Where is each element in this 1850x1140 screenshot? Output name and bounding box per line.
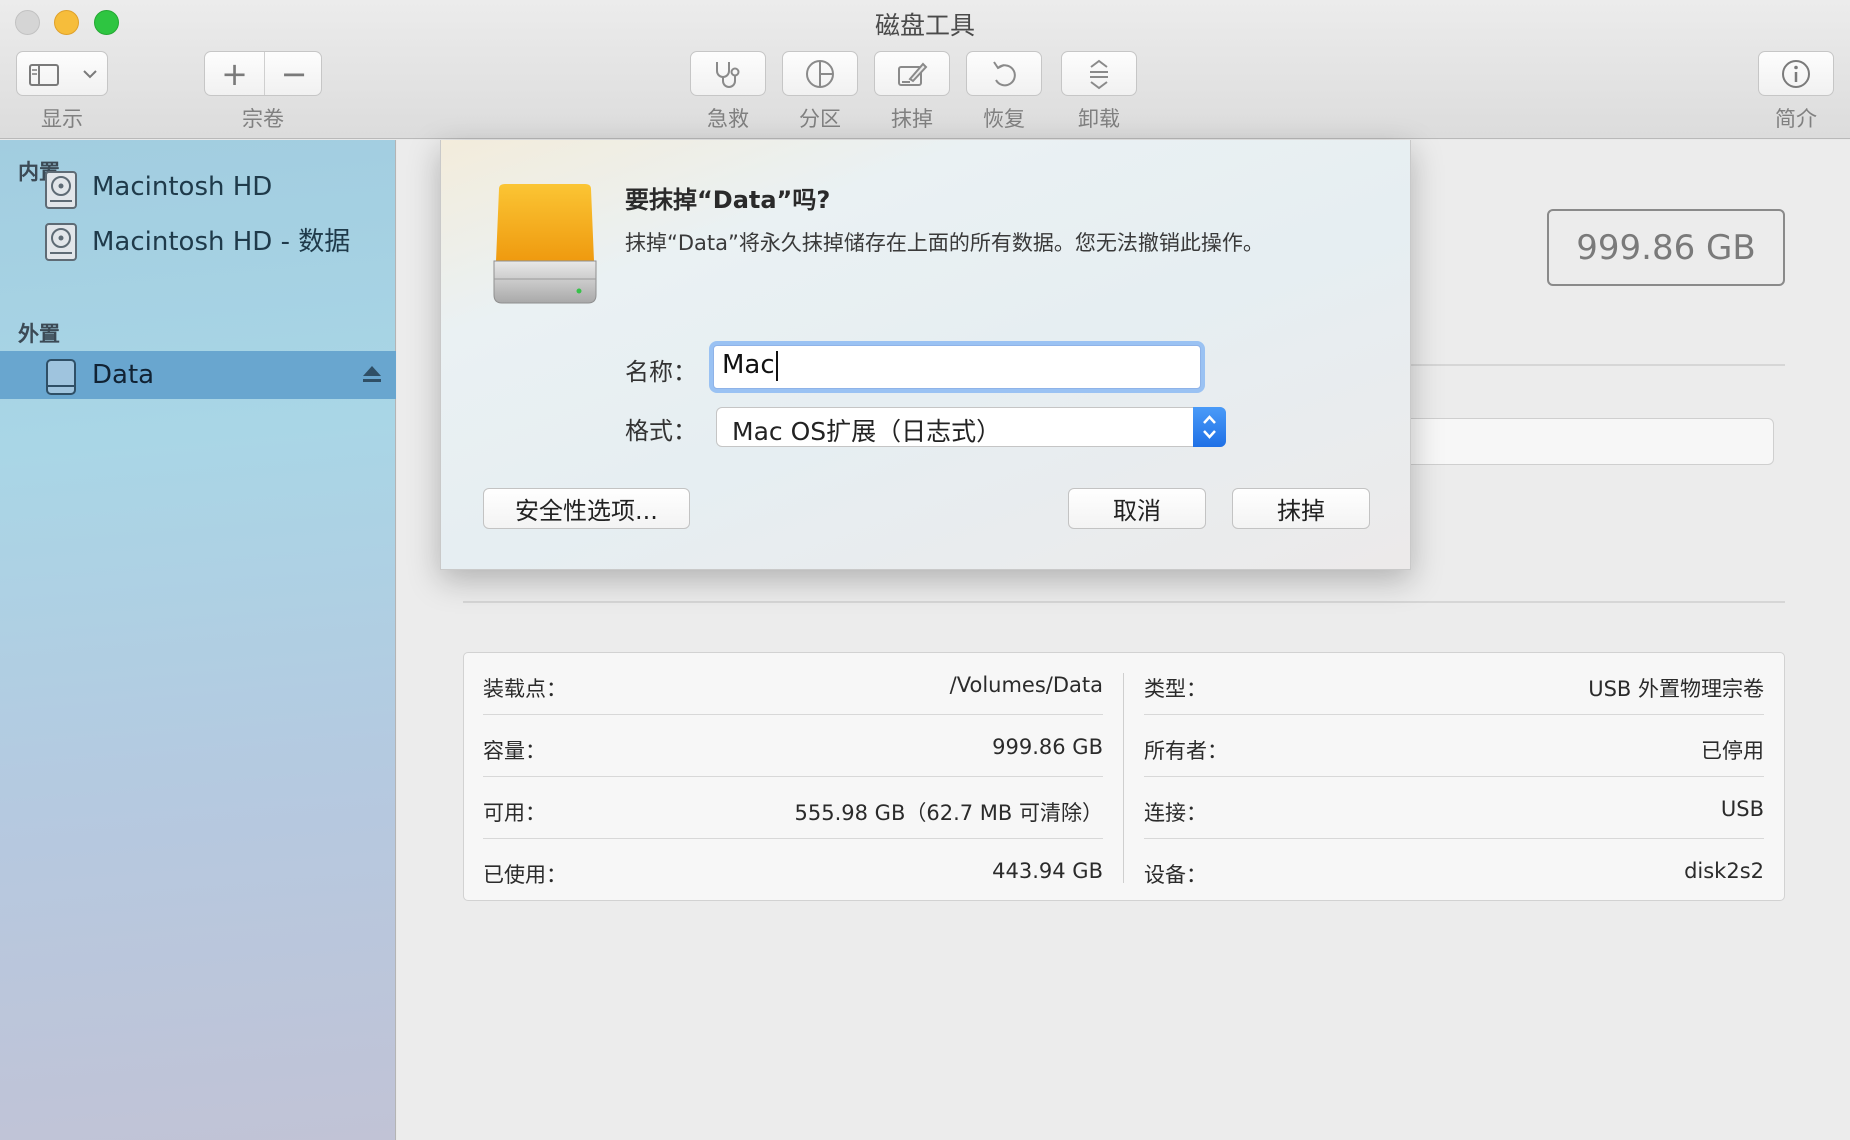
volume-label: 宗卷	[242, 107, 284, 131]
info-key: 已使用：	[483, 863, 567, 887]
select-stepper-icon	[1193, 407, 1226, 447]
sidebar-item-label: Macintosh HD	[92, 172, 273, 202]
info-row: 可用： 555.98 GB（62.7 MB 可清除）	[483, 777, 1103, 839]
partition-button[interactable]	[782, 51, 858, 96]
hard-disk-icon	[44, 171, 78, 213]
external-disk-icon	[44, 359, 78, 399]
info-value: 555.98 GB（62.7 MB 可清除）	[794, 801, 1103, 825]
plus-icon: +	[221, 54, 248, 93]
info-column-right: 类型： USB 外置物理宗卷 所有者： 已停用 连接： USB 设备： disk…	[1144, 653, 1764, 902]
info-row: 已使用： 443.94 GB	[483, 839, 1103, 901]
text-caret	[775, 350, 778, 381]
dialog-message: 抹掉“Data”将永久抹掉储存在上面的所有数据。您无法撤销此操作。	[625, 231, 1264, 255]
eject-icon[interactable]	[362, 365, 382, 387]
info-row: 所有者： 已停用	[1144, 715, 1764, 777]
info-key: 装载点：	[483, 677, 567, 701]
restore-button[interactable]	[966, 51, 1042, 96]
erase-confirm-button[interactable]: 抹掉	[1232, 488, 1370, 529]
info-value: /Volumes/Data	[949, 673, 1103, 697]
hard-disk-icon	[44, 223, 78, 265]
erase-toolbar-button[interactable]	[874, 51, 950, 96]
info-value: disk2s2	[1684, 859, 1764, 883]
add-volume-button[interactable]: +	[205, 52, 264, 95]
remove-volume-button[interactable]: −	[265, 52, 323, 95]
info-key: 所有者：	[1144, 739, 1228, 763]
column-divider	[1123, 673, 1124, 883]
restore-arrow-icon	[989, 58, 1019, 90]
dialog-title: 要抹掉“Data”吗?	[625, 186, 831, 214]
capacity-display: 999.86 GB	[1547, 209, 1785, 286]
info-label: 简介	[1775, 107, 1817, 131]
info-row: 装载点： /Volumes/Data	[483, 653, 1103, 715]
info-row: 容量： 999.86 GB	[483, 715, 1103, 777]
chevron-down-icon	[82, 68, 98, 80]
external-section-header: 外置	[18, 322, 60, 346]
sidebar-item-macintosh-hd-data[interactable]: Macintosh HD - 数据	[0, 215, 396, 263]
format-select[interactable]: Mac OS扩展（日志式）	[716, 407, 1226, 447]
info-key: 设备：	[1144, 863, 1207, 887]
info-value: 999.86 GB	[992, 735, 1103, 759]
erase-pencil-icon	[896, 59, 928, 89]
window-title: 磁盘工具	[874, 11, 975, 40]
name-input[interactable]: Mac	[713, 345, 1201, 389]
info-button[interactable]	[1758, 51, 1834, 96]
info-key: 类型：	[1144, 677, 1207, 701]
view-label: 显示	[41, 107, 83, 131]
format-label: 格式：	[625, 417, 697, 445]
erase-toolbar-label: 抹掉	[891, 107, 933, 131]
info-key: 容量：	[483, 739, 546, 763]
info-value: USB 外置物理宗卷	[1588, 677, 1764, 701]
first-aid-button[interactable]	[690, 51, 766, 96]
erase-dialog: 要抹掉“Data”吗? 抹掉“Data”将永久抹掉储存在上面的所有数据。您无法撤…	[440, 140, 1411, 570]
security-options-button[interactable]: 安全性选项...	[483, 488, 690, 529]
sidebar-item-label: Data	[92, 360, 155, 390]
name-label: 名称：	[625, 358, 697, 386]
unmount-icon	[1086, 58, 1112, 90]
info-key: 连接：	[1144, 801, 1207, 825]
window-toolbar: 磁盘工具 显示 + − 宗卷 急救 分区 抹掉 恢复 卸载 简介	[0, 0, 1850, 139]
sidebar-item-label: Macintosh HD - 数据	[92, 226, 351, 257]
volume-segmented-control: + −	[204, 51, 322, 96]
sidebar-toggle-icon	[29, 64, 59, 86]
unmount-label: 卸载	[1078, 107, 1120, 131]
pie-partition-icon	[804, 58, 836, 90]
format-select-value: Mac OS扩展（日志式）	[732, 417, 1002, 446]
stethoscope-icon	[711, 59, 745, 89]
info-icon	[1780, 58, 1812, 90]
divider	[463, 601, 1785, 603]
partition-label: 分区	[799, 107, 841, 131]
unmount-button[interactable]	[1061, 51, 1137, 96]
first-aid-label: 急救	[707, 107, 749, 131]
info-row: 类型： USB 外置物理宗卷	[1144, 653, 1764, 715]
info-row: 连接： USB	[1144, 777, 1764, 839]
restore-label: 恢复	[983, 107, 1025, 131]
info-value: 443.94 GB	[992, 859, 1103, 883]
divider	[1411, 364, 1785, 366]
name-input-value: Mac	[722, 350, 775, 380]
usage-bar	[1400, 418, 1774, 465]
info-value: USB	[1720, 797, 1764, 821]
volume-info-table: 装载点： /Volumes/Data 容量： 999.86 GB 可用： 555…	[463, 652, 1785, 901]
sidebar-item-data[interactable]: Data	[0, 351, 396, 399]
info-value: 已停用	[1701, 739, 1764, 763]
view-button[interactable]	[16, 51, 108, 96]
info-key: 可用：	[483, 801, 546, 825]
sidebar-item-macintosh-hd[interactable]: Macintosh HD	[0, 163, 396, 211]
info-row: 设备： disk2s2	[1144, 839, 1764, 901]
sidebar: 内置 Macintosh HD Macintosh HD - 数据 外置 Dat…	[0, 140, 396, 1140]
minus-icon: −	[280, 54, 308, 93]
info-column-left: 装载点： /Volumes/Data 容量： 999.86 GB 可用： 555…	[483, 653, 1103, 902]
external-drive-icon	[491, 183, 599, 309]
cancel-button[interactable]: 取消	[1068, 488, 1206, 529]
